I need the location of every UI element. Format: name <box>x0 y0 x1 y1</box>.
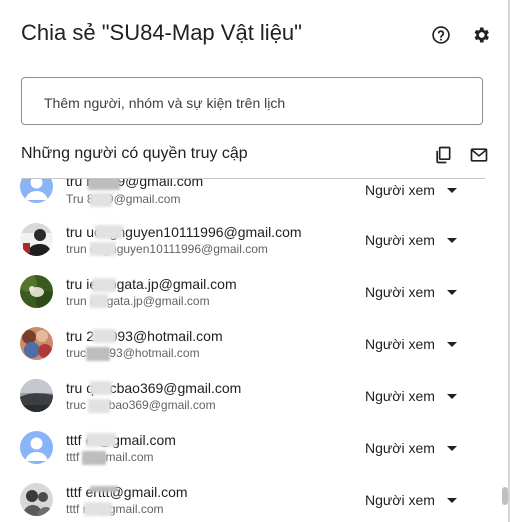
redaction-blur <box>84 502 112 516</box>
redaction-blur <box>90 242 116 256</box>
copy-icon[interactable] <box>433 145 453 165</box>
list-item: tru quocbao369@gmail.com truc uocbao369@… <box>0 370 498 422</box>
default-person-avatar <box>20 179 53 203</box>
redaction-blur <box>92 329 116 343</box>
list-item: tru 201093@hotmail.com truc 01093@hotmai… <box>0 318 498 370</box>
role-dropdown[interactable]: Người xem <box>365 232 435 248</box>
add-people-field[interactable] <box>21 77 483 125</box>
list-item: tru n8989@gmail.com Tru 8989@gmail.com N… <box>0 179 498 214</box>
redaction-blur <box>92 278 116 292</box>
chevron-down-icon[interactable] <box>447 342 457 347</box>
redaction-blur <box>88 399 110 413</box>
redaction-blur <box>86 347 110 361</box>
role-dropdown[interactable]: Người xem <box>365 284 435 300</box>
role-dropdown[interactable]: Người xem <box>365 336 435 352</box>
redaction-blur <box>88 179 120 190</box>
list-item: tru uongnguyen10111996@gmail.com trun on… <box>0 214 498 266</box>
mail-icon[interactable] <box>469 145 489 165</box>
role-dropdown[interactable]: Người xem <box>365 182 435 198</box>
redaction-blur <box>90 294 108 308</box>
default-person-avatar <box>20 431 53 464</box>
photo-avatar <box>20 379 53 412</box>
chevron-down-icon[interactable] <box>447 394 457 399</box>
person-email-secondary: tttf rttt@gmail.com <box>66 502 164 516</box>
photo-avatar <box>20 275 53 308</box>
chevron-down-icon[interactable] <box>447 446 457 451</box>
chevron-down-icon[interactable] <box>447 238 457 243</box>
redaction-blur <box>90 486 118 492</box>
role-dropdown[interactable]: Người xem <box>365 440 435 456</box>
chevron-down-icon[interactable] <box>447 188 457 193</box>
person-email-secondary: tttf r@gmail.com <box>66 450 154 464</box>
photo-avatar <box>20 223 53 256</box>
role-dropdown[interactable]: Người xem <box>365 492 435 508</box>
redaction-blur <box>95 225 123 239</box>
people-list: tru n8989@gmail.com Tru 8989@gmail.com N… <box>0 179 498 522</box>
help-circle-icon[interactable] <box>431 25 451 45</box>
person-email: tru 201093@hotmail.com <box>66 328 223 344</box>
chevron-down-icon[interactable] <box>447 498 457 503</box>
person-email-secondary: trun n.ogata.jp@gmail.com <box>66 294 210 308</box>
photo-avatar <box>20 483 53 516</box>
redaction-blur <box>90 381 112 395</box>
person-email: tttf er@gmail.com <box>66 432 176 448</box>
gear-icon[interactable] <box>471 25 491 45</box>
redaction-blur <box>82 451 106 465</box>
person-email: tru n8989@gmail.com <box>66 179 204 189</box>
person-email: tttf erttt@gmail.com <box>66 484 188 500</box>
list-item: tttf erttt@gmail.com tttf rttt@gmail.com… <box>0 474 498 522</box>
person-email-secondary: Tru 8989@gmail.com <box>66 192 181 206</box>
chevron-down-icon[interactable] <box>447 290 457 295</box>
dialog-title: Chia sẻ "SU84-Map Vật liệu" <box>21 20 302 45</box>
share-dialog: Chia sẻ "SU84-Map Vật liệu" Những người … <box>0 0 510 522</box>
redaction-blur <box>86 433 116 447</box>
list-item: tttf er@gmail.com tttf r@gmail.com Người… <box>0 422 498 474</box>
access-section-title: Những người có quyền truy cập <box>21 145 248 162</box>
add-people-input[interactable] <box>42 92 466 114</box>
list-item: tru ien.ogata.jp@gmail.com trun n.ogata.… <box>0 266 498 318</box>
photo-avatar <box>20 327 53 360</box>
redaction-blur <box>90 193 112 207</box>
role-dropdown[interactable]: Người xem <box>365 388 435 404</box>
